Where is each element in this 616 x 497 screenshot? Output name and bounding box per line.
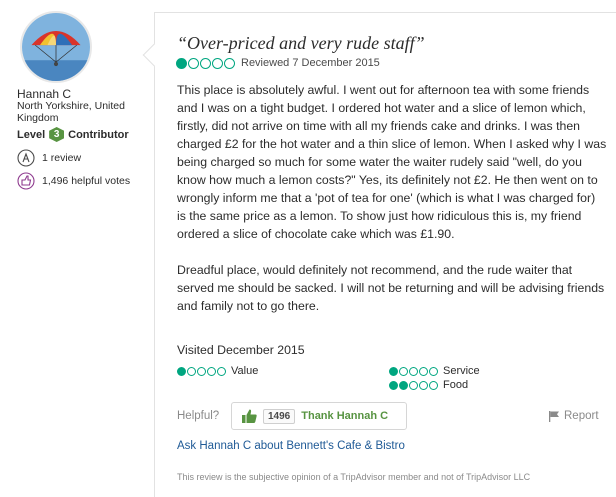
rating-bubble-empty (419, 366, 428, 376)
pencil-badge-icon (17, 149, 35, 167)
service-rating-bubbles (389, 366, 438, 376)
level-prefix: Level (17, 128, 46, 141)
member-review-count: 1 review (17, 149, 81, 167)
member-level: Level 3 Contributor (17, 127, 129, 142)
rating-bubble-empty (429, 366, 438, 376)
rating-bubble-empty (200, 57, 211, 69)
rating-bubble-empty (409, 366, 418, 376)
review-panel: “Over-priced and very rude staff” Review… (142, 12, 616, 497)
rating-bubble-filled (389, 380, 398, 390)
level-suffix: Contributor (68, 128, 129, 141)
rating-bubble-empty (399, 366, 408, 376)
review-count-label: 1 review (42, 152, 82, 164)
rating-bubble-empty (197, 366, 206, 376)
member-username[interactable]: Hannah C (17, 87, 71, 101)
rating-bubble-filled (389, 366, 398, 376)
value-rating-bubbles (177, 366, 226, 376)
thumb-badge-icon (17, 172, 35, 190)
rating-bubble-empty (217, 366, 226, 376)
sub-rating-food: Food (389, 379, 468, 391)
sub-rating-label: Food (443, 379, 469, 391)
rating-bubble-empty (187, 366, 196, 376)
thank-button[interactable]: 1496 Thank Hannah C (231, 402, 407, 430)
report-label: Report (564, 410, 599, 422)
member-location: North Yorkshire, United Kingdom (17, 100, 125, 124)
sub-rating-label: Value (231, 365, 259, 377)
review-body: This place is absolutely awful. I went o… (177, 81, 607, 315)
rating-bubble-empty (419, 380, 428, 390)
review-disclaimer: This review is the subjective opinion of… (177, 472, 531, 482)
rating-bubbles (176, 57, 235, 69)
review-paragraph: Dreadful place, would definitely not rec… (177, 263, 605, 313)
rating-bubble-empty (409, 380, 418, 390)
rating-bubble-empty (429, 380, 438, 390)
sub-rating-label: Service (443, 365, 480, 377)
helpful-votes-label: 1,496 helpful votes (42, 175, 131, 187)
rating-bubble-empty (188, 57, 199, 69)
rating-bubble-filled (176, 57, 187, 69)
parasail-photo (22, 13, 90, 81)
thumbs-up-icon (242, 409, 257, 423)
rating-bubble-empty (212, 57, 223, 69)
rating-bubble-empty (224, 57, 235, 69)
sub-rating-value: Value (177, 365, 258, 377)
flag-icon (549, 410, 559, 422)
panel-pointer (142, 43, 166, 67)
rating-bubble-filled (399, 380, 408, 390)
thank-count: 1496 (263, 408, 296, 424)
visited-date: Visited December 2015 (177, 343, 305, 357)
rating-bubble-filled (177, 366, 186, 376)
rating-bubble-empty (207, 366, 216, 376)
member-info: Hannah C North Yorkshire, United Kingdom… (0, 0, 146, 497)
food-rating-bubbles (389, 380, 438, 390)
thank-label: Thank Hannah C (301, 410, 389, 422)
sub-rating-service: Service (389, 365, 480, 377)
avatar[interactable] (20, 11, 92, 83)
ask-member-link[interactable]: Ask Hannah C about Bennett's Cafe & Bist… (177, 440, 405, 452)
review-title[interactable]: “Over-priced and very rude staff” (177, 33, 425, 54)
review-paragraph: This place is absolutely awful. I went o… (177, 83, 607, 241)
review-date: Reviewed 7 December 2015 (241, 57, 380, 69)
member-helpful-votes: 1,496 helpful votes (17, 172, 130, 190)
helpful-label: Helpful? (177, 410, 220, 422)
report-link[interactable]: Report (549, 410, 599, 422)
level-badge-icon: 3 (49, 127, 65, 142)
review-rating-row: Reviewed 7 December 2015 (176, 57, 380, 69)
